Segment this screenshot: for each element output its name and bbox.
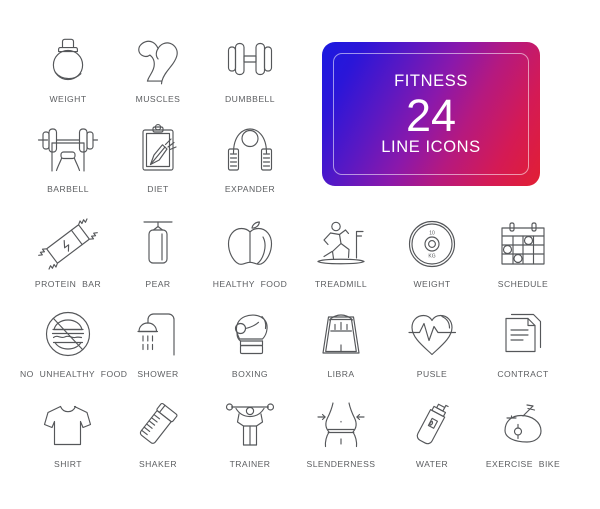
icon-cell-contract[interactable]: CONTRACT bbox=[475, 303, 571, 379]
icon-label: PEAR bbox=[145, 279, 171, 289]
icon-label: SHIRT bbox=[54, 459, 82, 469]
icon-label: EXPANDER bbox=[224, 184, 276, 194]
icon-label: DUMBBELL bbox=[225, 94, 275, 104]
dumbbell-icon bbox=[202, 28, 298, 90]
shirt-icon bbox=[20, 393, 116, 455]
icon-cell-water[interactable]: WATER bbox=[384, 393, 480, 469]
icon-cell-expander[interactable]: EXPANDER bbox=[202, 118, 298, 194]
protein-bar-icon bbox=[20, 213, 116, 275]
icon-label: LIBRA bbox=[327, 369, 355, 379]
icon-cell-treadmill[interactable]: TREADMILL bbox=[293, 213, 389, 289]
icon-label: PROTEIN BAR bbox=[34, 279, 102, 289]
punching-bag-icon bbox=[110, 213, 206, 275]
scales-icon bbox=[293, 303, 389, 365]
icon-cell-pulse[interactable]: PUSLE bbox=[384, 303, 480, 379]
icon-label: SCHEDULE bbox=[497, 279, 549, 289]
no-unhealthy-food-icon bbox=[20, 303, 116, 365]
weight-kettlebell-icon bbox=[20, 28, 116, 90]
promo-card-inner-border: FITNESS 24 LINE ICONS bbox=[333, 53, 529, 175]
promo-count: 24 bbox=[405, 89, 457, 141]
icon-cell-weight-plate[interactable]: 10 KG WEIGHT bbox=[384, 213, 480, 289]
muscles-icon bbox=[110, 28, 206, 90]
promo-subtitle: LINE ICONS bbox=[381, 138, 481, 157]
treadmill-icon bbox=[293, 213, 389, 275]
icon-label: BOXING bbox=[231, 369, 269, 379]
icon-label: CONTRACT bbox=[497, 369, 549, 379]
icon-cell-shower[interactable]: SHOWER bbox=[110, 303, 206, 379]
icon-cell-trainer[interactable]: TRAINER bbox=[202, 393, 298, 469]
documents-icon bbox=[475, 303, 571, 365]
icon-label: WATER bbox=[415, 459, 449, 469]
icon-cell-shaker[interactable]: SHAKER bbox=[110, 393, 206, 469]
exercise-bike-icon bbox=[475, 393, 571, 455]
trainer-icon bbox=[202, 393, 298, 455]
weight-plate-icon: 10 KG bbox=[384, 213, 480, 275]
icon-cell-protein-bar[interactable]: PROTEIN BAR bbox=[20, 213, 116, 289]
calendar-icon bbox=[475, 213, 571, 275]
icon-cell-slenderness[interactable]: SLENDERNESS bbox=[293, 393, 389, 469]
apple-icon bbox=[202, 213, 298, 275]
icon-cell-libra[interactable]: LIBRA bbox=[293, 303, 389, 379]
icon-label: NO UNHEALTHY FOOD bbox=[20, 369, 128, 379]
plate-top-marking: 10 bbox=[429, 231, 435, 237]
waist-measure-icon bbox=[293, 393, 389, 455]
icon-label: EXERCISE BIKE bbox=[485, 459, 561, 469]
icon-cell-schedule[interactable]: SCHEDULE bbox=[475, 213, 571, 289]
barbell-icon bbox=[20, 118, 116, 180]
icon-label: WEIGHT bbox=[413, 279, 451, 289]
shaker-icon bbox=[110, 393, 206, 455]
icon-label: BARBELL bbox=[47, 184, 89, 194]
plate-bottom-marking: KG bbox=[428, 254, 435, 260]
icon-label: WEIGHT bbox=[49, 94, 87, 104]
icon-cell-weight-kettlebell[interactable]: WEIGHT bbox=[20, 28, 116, 104]
icon-cell-no-unhealthy-food[interactable]: NO UNHEALTHY FOOD bbox=[20, 303, 128, 379]
icon-cell-exercise-bike[interactable]: EXERCISE BIKE bbox=[475, 393, 571, 469]
diet-icon bbox=[110, 118, 206, 180]
icon-cell-pear[interactable]: PEAR bbox=[110, 213, 206, 289]
icon-cell-barbell[interactable]: BARBELL bbox=[20, 118, 116, 194]
icon-label: SLENDERNESS bbox=[306, 459, 376, 469]
icon-sheet: WEIGHT MUSCLES DUMBBELL BARBELL DIET EXP… bbox=[0, 0, 600, 509]
icon-label: SHOWER bbox=[137, 369, 179, 379]
icon-label: TRAINER bbox=[229, 459, 271, 469]
promo-title: FITNESS bbox=[394, 72, 468, 91]
icon-label: DIET bbox=[147, 184, 169, 194]
shower-icon bbox=[110, 303, 206, 365]
icon-cell-boxing[interactable]: BOXING bbox=[202, 303, 298, 379]
icon-cell-healthy-food[interactable]: HEALTHY FOOD bbox=[202, 213, 298, 289]
heart-pulse-icon bbox=[384, 303, 480, 365]
icon-label: SHAKER bbox=[138, 459, 178, 469]
icon-cell-shirt[interactable]: SHIRT bbox=[20, 393, 116, 469]
expander-icon bbox=[202, 118, 298, 180]
icon-cell-dumbbell[interactable]: DUMBBELL bbox=[202, 28, 298, 104]
icon-cell-diet[interactable]: DIET bbox=[110, 118, 206, 194]
icon-cell-muscles[interactable]: MUSCLES bbox=[110, 28, 206, 104]
icon-label: MUSCLES bbox=[135, 94, 181, 104]
boxing-glove-icon bbox=[202, 303, 298, 365]
water-bottle-icon bbox=[384, 393, 480, 455]
promo-card: FITNESS 24 LINE ICONS bbox=[322, 42, 540, 186]
icon-label: TREADMILL bbox=[314, 279, 368, 289]
icon-label: PUSLE bbox=[416, 369, 448, 379]
icon-label: HEALTHY FOOD bbox=[212, 279, 288, 289]
